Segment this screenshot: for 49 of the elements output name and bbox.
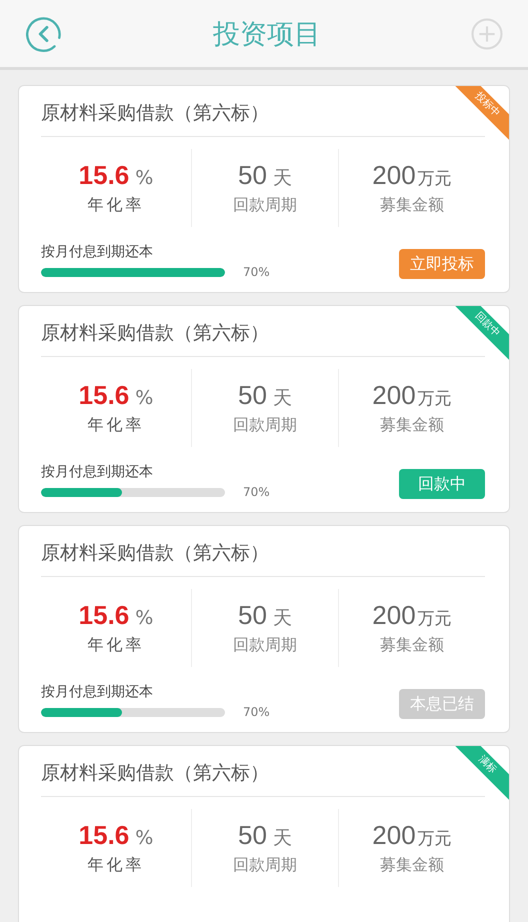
rate-unit: % — [135, 607, 154, 629]
project-card[interactable]: 投标中 原材料采购借款（第六标） 15.6 % 年化率 50 天 回款周期 200万元 募集金额 按月付息到期还本 70% 立即投标 — [18, 85, 510, 293]
period-label: 回款周期 — [233, 855, 297, 876]
rate-label: 年化率 — [88, 855, 144, 876]
period-value: 50 — [238, 820, 267, 851]
amount-unit: 万元 — [418, 828, 452, 850]
amount-label: 募集金额 — [380, 855, 444, 876]
amount-value: 200 — [372, 820, 416, 851]
amount-label: 募集金额 — [380, 635, 444, 656]
rate-value: 15.6 — [78, 600, 130, 631]
back-icon[interactable] — [26, 14, 64, 52]
repayment-method: 按月付息到期还本 — [41, 463, 154, 481]
rate-unit: % — [135, 167, 154, 189]
amount-value: 200 — [372, 380, 416, 411]
amount-value: 200 — [372, 160, 416, 191]
rate-unit: % — [135, 827, 154, 849]
period-value: 50 — [238, 160, 267, 191]
period-unit: 天 — [272, 606, 292, 631]
period-unit: 天 — [272, 386, 292, 411]
amount-label: 募集金额 — [380, 195, 444, 216]
project-title: 原材料采购借款（第六标） — [41, 526, 485, 577]
repayment-method: 按月付息到期还本 — [41, 243, 154, 261]
amount-unit: 万元 — [418, 168, 452, 190]
period-label: 回款周期 — [233, 635, 297, 656]
amount-value: 200 — [372, 600, 416, 631]
rate-label: 年化率 — [88, 195, 144, 216]
amount-unit: 万元 — [418, 388, 452, 410]
rate-label: 年化率 — [88, 415, 144, 436]
progress-percent: 70% — [243, 485, 270, 499]
rate-value: 15.6 — [78, 160, 130, 191]
period-unit: 天 — [272, 166, 292, 191]
rate-value: 15.6 — [78, 380, 130, 411]
rate-value: 15.6 — [78, 820, 130, 851]
period-value: 50 — [238, 600, 267, 631]
amount-label: 募集金额 — [380, 415, 444, 436]
add-icon[interactable] — [470, 16, 504, 50]
project-card[interactable]: 满标 原材料采购借款（第六标） 15.6 % 年化率 50 天 回款周期 200万元 募集金额 — [18, 745, 510, 922]
period-value: 50 — [238, 380, 267, 411]
repayment-method: 按月付息到期还本 — [41, 683, 154, 701]
progress-percent: 70% — [243, 705, 270, 719]
rate-label: 年化率 — [88, 635, 144, 656]
progress-percent: 70% — [243, 265, 270, 279]
project-card[interactable]: 回款中 原材料采购借款（第六标） 15.6 % 年化率 50 天 回款周期 200万元 募集金额 按月付息到期还本 70% 回款中 — [18, 305, 510, 513]
period-label: 回款周期 — [233, 415, 297, 436]
period-label: 回款周期 — [233, 195, 297, 216]
amount-unit: 万元 — [418, 608, 452, 630]
period-unit: 天 — [272, 826, 292, 851]
rate-unit: % — [135, 387, 154, 409]
page-title: 投资项目 — [213, 18, 321, 52]
